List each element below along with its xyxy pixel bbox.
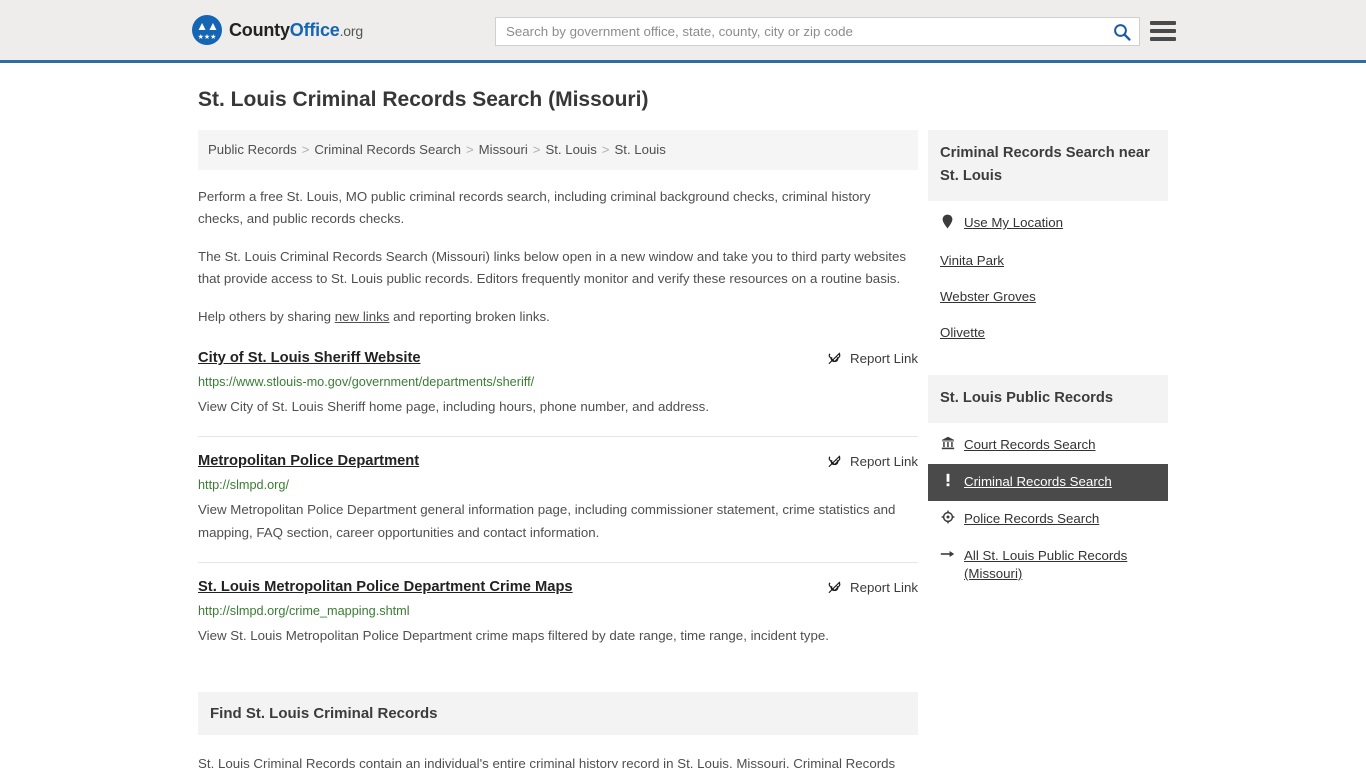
breadcrumb-item-1[interactable]: Criminal Records Search xyxy=(314,142,461,157)
sidebar-item-label: Court Records Search xyxy=(964,437,1096,452)
logo-text-org: .org xyxy=(339,22,364,39)
new-links-link[interactable]: new links xyxy=(335,309,390,324)
sidebar-item-label: Webster Groves xyxy=(940,289,1036,304)
report-link-label: Report Link xyxy=(850,454,918,469)
result-item: Metropolitan Police Department Report Li… xyxy=(198,453,918,563)
intro-paragraph-1: Perform a free St. Louis, MO public crim… xyxy=(198,189,871,226)
police-badge-icon xyxy=(940,510,955,529)
result-item: St. Louis Metropolitan Police Department… xyxy=(198,579,918,665)
intro-p3-before: Help others by sharing xyxy=(198,309,335,324)
breadcrumb-item-4[interactable]: St. Louis xyxy=(615,142,666,157)
result-url: https://www.stlouis-mo.gov/government/de… xyxy=(198,375,535,389)
report-link-label: Report Link xyxy=(850,580,918,595)
hamburger-menu-icon[interactable] xyxy=(1150,19,1176,43)
sidebar-item-webster-groves[interactable]: Webster Groves xyxy=(928,279,1168,315)
result-description: View Metropolitan Police Department gene… xyxy=(198,502,896,540)
logo-wordmark: CountyOffice.org xyxy=(229,20,363,41)
map-pin-icon xyxy=(940,214,955,234)
sidebar: Criminal Records Search near St. Louis U… xyxy=(928,130,1168,592)
breadcrumb-item-3[interactable]: St. Louis xyxy=(545,142,596,157)
breadcrumb-separator: > xyxy=(601,142,610,157)
arrow-right-icon xyxy=(940,547,955,565)
intro-p3-after: and reporting broken links. xyxy=(389,309,550,324)
intro-paragraph-3: Help others by sharing new links and rep… xyxy=(198,306,918,328)
report-link-button[interactable]: Report Link xyxy=(827,579,918,595)
public-records-card: St. Louis Public Records Court Records S… xyxy=(928,375,1168,592)
report-link-button[interactable]: Report Link xyxy=(827,350,918,366)
search-button[interactable] xyxy=(1105,18,1139,45)
broken-link-icon xyxy=(828,581,841,594)
nearby-searches-card: Criminal Records Search near St. Louis U… xyxy=(928,130,1168,351)
site-logo[interactable]: ▲▲ ★★★ CountyOffice.org xyxy=(192,15,363,45)
results-list: City of St. Louis Sheriff Website Report… xyxy=(198,350,918,665)
sidebar-item-vinita-park[interactable]: Vinita Park xyxy=(928,243,1168,279)
sidebar-item-label: Vinita Park xyxy=(940,253,1005,268)
breadcrumb: Public Records > Criminal Records Search > M… xyxy=(198,130,918,170)
result-header: Metropolitan Police Department Report Li… xyxy=(198,453,918,469)
result-url: http://slmpd.org/ xyxy=(198,478,289,492)
find-records-body: St. Louis Criminal Records contain an in… xyxy=(198,756,896,768)
result-description: View St. Louis Metropolitan Police Depar… xyxy=(198,628,829,643)
public-records-list: Court Records Search Criminal Records Se… xyxy=(928,423,1168,592)
breadcrumb-separator: > xyxy=(465,142,474,157)
logo-text-county: County xyxy=(229,19,290,40)
sidebar-item-all-public-records[interactable]: All St. Louis Public Records (Missouri) xyxy=(928,538,1168,592)
sidebar-item-use-my-location[interactable]: Use My Location xyxy=(928,205,1168,243)
sidebar-item-label: Police Records Search xyxy=(964,511,1100,526)
result-title-link[interactable]: Metropolitan Police Department xyxy=(198,453,419,469)
exclamation-icon xyxy=(940,473,955,492)
result-title-link[interactable]: St. Louis Metropolitan Police Department… xyxy=(198,579,573,595)
breadcrumb-separator: > xyxy=(301,142,310,157)
find-records-section: Find St. Louis Criminal Records St. Loui… xyxy=(198,692,918,768)
breadcrumb-item-0[interactable]: Public Records xyxy=(208,142,297,157)
search-input[interactable] xyxy=(496,18,1105,45)
courthouse-icon xyxy=(940,436,955,455)
result-title-link[interactable]: City of St. Louis Sheriff Website xyxy=(198,350,421,366)
hamburger-bar-1 xyxy=(1150,21,1176,25)
sidebar-item-label: All St. Louis Public Records (Missouri) xyxy=(964,548,1128,581)
find-records-heading: Find St. Louis Criminal Records xyxy=(198,692,918,735)
hamburger-bar-2 xyxy=(1150,29,1176,33)
intro-text: Perform a free St. Louis, MO public crim… xyxy=(198,186,918,328)
result-header: St. Louis Metropolitan Police Department… xyxy=(198,579,918,595)
hamburger-bar-3 xyxy=(1150,37,1176,41)
intro-paragraph-2: The St. Louis Criminal Records Search (M… xyxy=(198,249,907,286)
page-body: St. Louis Criminal Records Search (Misso… xyxy=(0,88,1366,768)
broken-link-icon xyxy=(828,352,841,365)
search-icon xyxy=(1114,23,1131,41)
sidebar-item-label: Criminal Records Search xyxy=(964,474,1112,489)
public-records-heading: St. Louis Public Records xyxy=(928,375,1168,423)
sidebar-item-label: Use My Location xyxy=(964,215,1064,230)
broken-link-icon xyxy=(828,455,841,468)
sidebar-item-label: Olivette xyxy=(940,325,986,340)
site-header: ▲▲ ★★★ CountyOffice.org xyxy=(0,0,1366,63)
eagle-wings-stars-icon: ▲▲ ★★★ xyxy=(192,15,222,45)
page-title: St. Louis Criminal Records Search (Misso… xyxy=(198,88,649,111)
result-item: City of St. Louis Sheriff Website Report… xyxy=(198,350,918,437)
breadcrumb-item-2[interactable]: Missouri xyxy=(479,142,528,157)
nearby-searches-list: Use My Location Vinita Park Webster Grov… xyxy=(928,201,1168,351)
search-bar[interactable] xyxy=(495,17,1140,46)
result-url: http://slmpd.org/crime_mapping.shtml xyxy=(198,604,410,618)
sidebar-item-criminal-records-search[interactable]: Criminal Records Search xyxy=(928,464,1168,501)
sidebar-item-police-records-search[interactable]: Police Records Search xyxy=(928,501,1168,538)
sidebar-item-olivette[interactable]: Olivette xyxy=(928,315,1168,351)
report-link-label: Report Link xyxy=(850,351,918,366)
two-column-layout: Public Records > Criminal Records Search > M… xyxy=(188,130,1178,768)
logo-text-office: Office xyxy=(289,19,340,40)
report-link-button[interactable]: Report Link xyxy=(827,453,918,469)
content-container: St. Louis Criminal Records Search (Misso… xyxy=(188,88,1178,768)
result-header: City of St. Louis Sheriff Website Report… xyxy=(198,350,918,366)
main-column: Public Records > Criminal Records Search > M… xyxy=(188,130,918,768)
breadcrumb-separator: > xyxy=(532,142,541,157)
result-description: View City of St. Louis Sheriff home page… xyxy=(198,399,710,414)
sidebar-item-court-records-search[interactable]: Court Records Search xyxy=(928,427,1168,464)
nearby-searches-heading: Criminal Records Search near St. Louis xyxy=(928,130,1168,201)
